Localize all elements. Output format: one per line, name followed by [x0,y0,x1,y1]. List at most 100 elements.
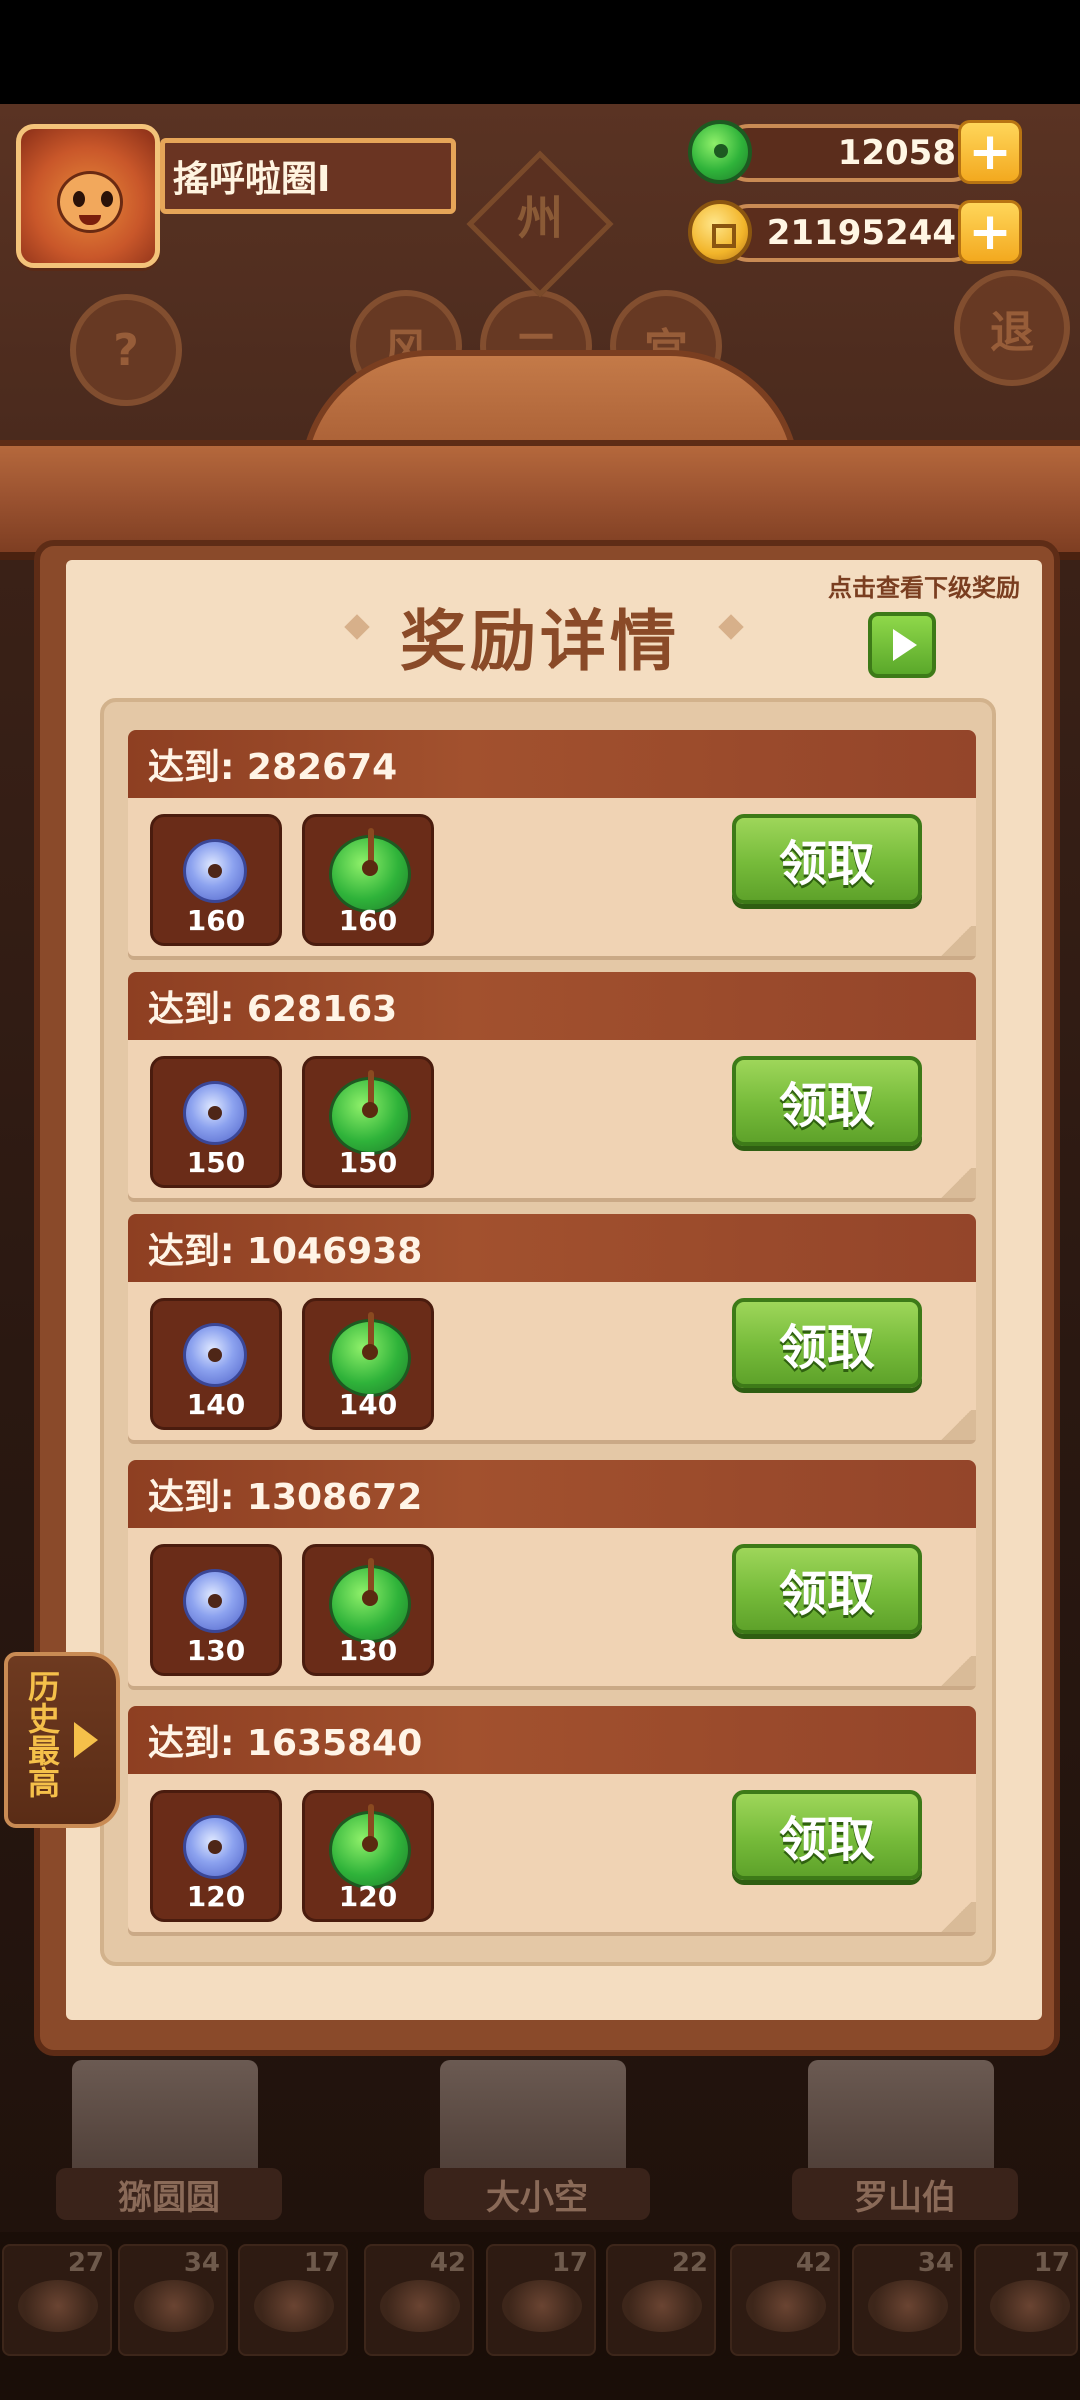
reward-threshold: 达到: 1308672 [128,1460,976,1528]
reward-threshold: 达到: 628163 [128,972,976,1040]
dish-icon [622,2280,702,2332]
panel-title: 奖励详情 [400,602,680,680]
reward-item-count: 130 [338,1634,398,1667]
dish-icon [990,2280,1070,2332]
paper-fold [936,926,976,956]
next-level-hint: 点击查看下级奖励 [828,574,1020,602]
reward-item-count: 150 [338,1146,398,1179]
blue-bi-icon [183,1081,247,1145]
coin-amount: 21195244 [766,213,956,253]
claim-button[interactable]: 领取 [732,1056,922,1146]
jade-icon [329,1558,411,1643]
reward-item-blue-bi[interactable]: 130 [150,1544,282,1676]
claim-button[interactable]: 领取 [732,814,922,904]
chef-name: 罗山伯 [792,2168,1018,2220]
claim-button[interactable]: 领取 [732,1790,922,1880]
dish-slot[interactable]: 17 [238,2244,348,2356]
paper-fold [936,1902,976,1932]
coin-icon [688,200,752,264]
reward-threshold: 达到: 1635840 [128,1706,976,1774]
reward-item-blue-bi[interactable]: 160 [150,814,282,946]
dish-count: 42 [429,2248,466,2278]
paper-fold [936,1410,976,1440]
reward-item-count: 120 [186,1880,246,1913]
reward-row: 达到: 1308672 130 130 领取 [128,1460,976,1686]
help-button[interactable]: ? [70,294,182,406]
dish-slot[interactable]: 42 [730,2244,840,2356]
add-jade-button[interactable]: + [958,120,1022,184]
dish-icon [134,2280,214,2332]
blue-bi-icon [183,1815,247,1879]
jade-icon [329,828,411,913]
reward-item-count: 150 [186,1146,246,1179]
reward-item-count: 140 [186,1388,246,1421]
blue-bi-icon [183,1569,247,1633]
help-icon: ? [113,324,139,376]
dish-slot[interactable]: 17 [974,2244,1078,2356]
claim-button[interactable]: 领取 [732,1298,922,1388]
arrow-right-icon [74,1722,98,1758]
jade-icon [329,1312,411,1397]
location-sign-label: 州 [517,191,563,245]
dish-count: 17 [303,2248,340,2278]
avatar-eye-left [73,191,85,207]
coin-balance: 21195244 [720,204,980,262]
history-best-tab[interactable]: 历史最高 [4,1652,120,1828]
reward-threshold: 达到: 1046938 [128,1214,976,1282]
reward-row-body: 150 150 领取 [128,1040,976,1198]
dish-slot[interactable]: 42 [364,2244,474,2356]
dish-count: 42 [795,2248,832,2278]
reward-item-jade[interactable]: 140 [302,1298,434,1430]
paper-fold [936,1656,976,1686]
reward-item-count: 160 [338,904,398,937]
dish-count: 34 [183,2248,220,2278]
reward-row: 达到: 1635840 120 120 领取 [128,1706,976,1932]
claim-button[interactable]: 领取 [732,1544,922,1634]
reward-item-jade[interactable]: 150 [302,1056,434,1188]
avatar-eye-right [101,191,113,207]
status-bar [0,0,1080,104]
reward-item-jade[interactable]: 120 [302,1790,434,1922]
dish-slot[interactable]: 17 [486,2244,596,2356]
exit-label: 退 [990,307,1034,358]
dish-icon [502,2280,582,2332]
dish-icon [868,2280,948,2332]
reward-row: 达到: 282674 160 160 领取 [128,730,976,956]
dish-count: 22 [671,2248,708,2278]
blue-bi-icon [183,839,247,903]
add-coins-button[interactable]: + [958,200,1022,264]
paper-fold [936,1168,976,1198]
dish-count: 17 [1033,2248,1070,2278]
exit-button[interactable]: 退 [954,270,1070,386]
reward-item-jade[interactable]: 130 [302,1544,434,1676]
reward-item-blue-bi[interactable]: 120 [150,1790,282,1922]
dish-count: 34 [917,2248,954,2278]
next-level-button[interactable] [868,612,936,678]
jade-icon [329,1070,411,1155]
jade-icon [329,1804,411,1889]
dish-slot[interactable]: 34 [852,2244,962,2356]
reward-item-blue-bi[interactable]: 150 [150,1056,282,1188]
reward-row-body: 160 160 领取 [128,798,976,956]
chef-name: 大小空 [424,2168,650,2220]
reward-threshold: 达到: 282674 [128,730,976,798]
jade-balance: 12058 [720,124,980,182]
player-avatar[interactable] [16,124,160,268]
dish-slot[interactable]: 22 [606,2244,716,2356]
dish-icon [380,2280,460,2332]
dish-slot[interactable]: 27 [2,2244,112,2356]
reward-row: 达到: 628163 150 150 领取 [128,972,976,1198]
chef-name: 猕圆圆 [56,2168,282,2220]
reward-item-jade[interactable]: 160 [302,814,434,946]
dish-count: 27 [67,2248,104,2278]
blue-bi-icon [183,1323,247,1387]
reward-item-count: 140 [338,1388,398,1421]
reward-item-blue-bi[interactable]: 140 [150,1298,282,1430]
history-best-label: 历史最高 [23,1670,61,1798]
reward-row-body: 140 140 领取 [128,1282,976,1440]
dish-count: 17 [551,2248,588,2278]
dish-icon [254,2280,334,2332]
dish-icon [18,2280,98,2332]
jade-icon [688,120,752,184]
dish-slot[interactable]: 34 [118,2244,228,2356]
